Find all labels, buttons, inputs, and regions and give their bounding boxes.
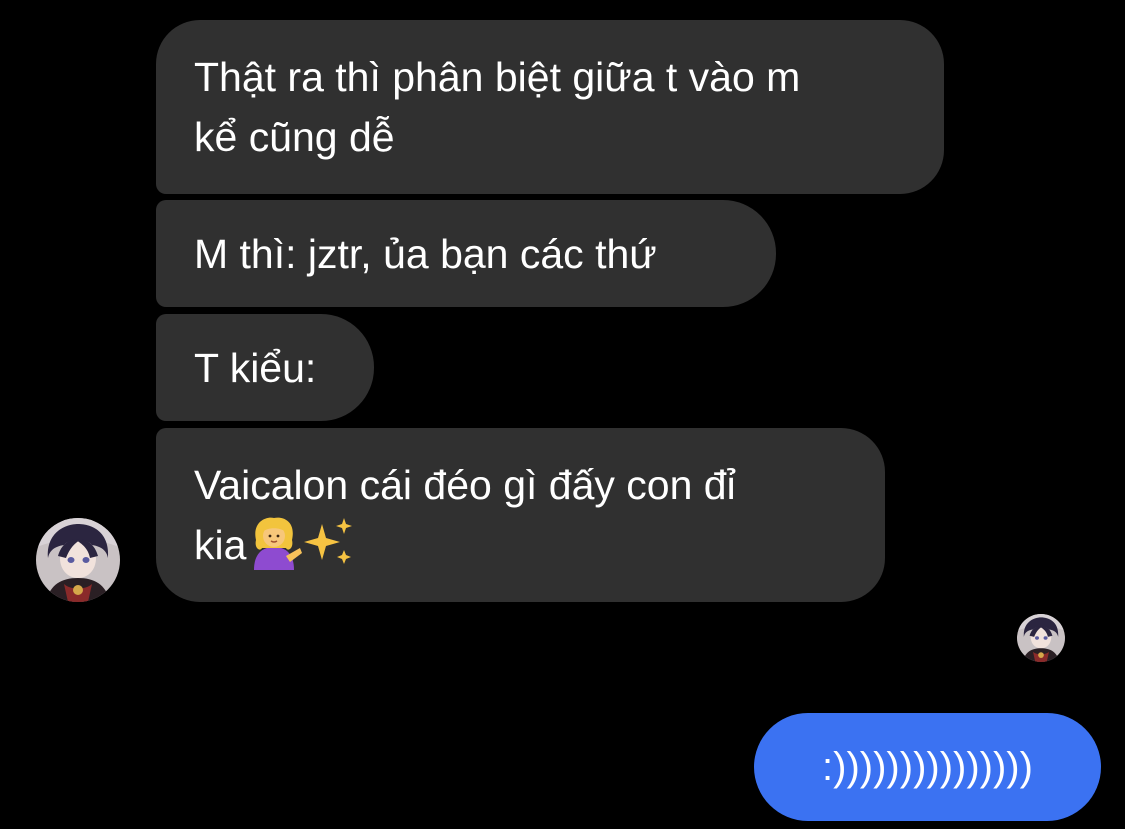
anime-character-avatar-icon [1017,614,1065,662]
read-receipt-avatar [1017,614,1065,662]
chat-thread: Thật ra thì phân biệt giữa t vào m kể cũ… [0,0,1125,829]
incoming-message-bubble[interactable]: Thật ra thì phân biệt giữa t vào m kể cũ… [156,20,944,194]
anime-character-avatar-icon [36,518,120,602]
outgoing-message-bubble[interactable]: :))))))))))))))) [754,713,1101,821]
incoming-message-bubble[interactable]: M thì: jztr, ủa bạn các thứ [156,200,776,307]
contact-avatar[interactable] [36,518,120,602]
sparkles-emoji-icon [302,514,358,570]
incoming-message-bubble[interactable]: Vaicalon cái đéo gì đấy con đỉ kia [156,428,885,602]
person-tipping-hand-emoji-icon [246,514,303,571]
incoming-message-bubble[interactable]: T kiểu: [156,314,374,421]
